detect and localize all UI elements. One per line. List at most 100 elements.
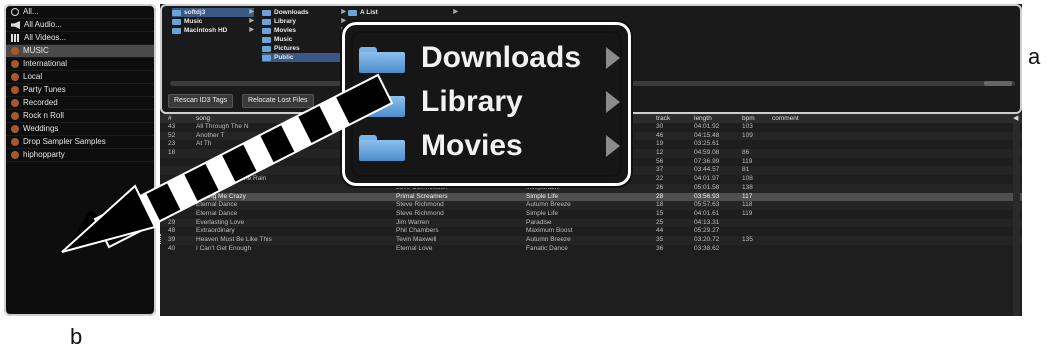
table-row[interactable]: 48 Extraordinary Phil Chambers Maximum Boos…	[160, 227, 1022, 236]
cell-comment	[772, 210, 902, 219]
cell-length: 03:56.93	[694, 192, 720, 200]
crate-icon	[11, 60, 19, 68]
folder-item[interactable]: Music▶	[172, 17, 254, 26]
cell-length: 04:13.31	[694, 218, 720, 226]
sidebar-item[interactable]: Rock n Roll	[6, 110, 154, 123]
folder-icon	[262, 9, 271, 16]
chevron-right-icon	[606, 47, 620, 69]
sidebar-item[interactable]: Local	[6, 71, 154, 84]
cell-track: 35	[656, 235, 664, 243]
folder-item[interactable]: Macintosh HD ▶	[172, 26, 254, 35]
sidebar-item[interactable]: hiphopparty	[6, 149, 154, 162]
cell-track: 44	[656, 227, 664, 235]
folder-item[interactable]: Library ▶	[262, 17, 346, 26]
browser-column-1: softdj3 ▶ Music ▶ Macintosh HD ▶	[172, 8, 254, 35]
cell-num: 29	[168, 218, 176, 226]
sidebar-item-label: All...	[23, 7, 39, 16]
relocate-lost-files-button[interactable]: Relocate Lost Files	[242, 94, 314, 108]
folder-icon	[172, 9, 181, 16]
sidebar-item[interactable]: International	[6, 58, 154, 71]
rescan-id3-button[interactable]: Rescan ID3 Tags	[168, 94, 234, 108]
sidebar-item[interactable]: All Videos...	[6, 32, 154, 45]
cell-artist: Tevin Maxwell	[396, 235, 437, 243]
sidebar-item-label: MUSIC	[23, 46, 49, 55]
table-row[interactable]: 19 Eternal Dance Steve Richmond Simple Life…	[160, 210, 1022, 219]
table-row[interactable]: 40 I Can't Get Enough Eternal Love Fanatic …	[160, 245, 1022, 254]
callout-label-b: b	[70, 324, 83, 349]
folder-label: Pictures	[274, 45, 300, 52]
cell-length: 05:01.58	[694, 183, 720, 191]
cell-track: 46	[656, 131, 664, 139]
zoom-folder-label: Movies	[421, 129, 523, 162]
scroll-arrows-icon[interactable]	[984, 81, 1012, 86]
crate-sidebar: All... All Audio... All Videos... MUSIC Inte…	[4, 4, 156, 316]
cell-bpm: 117	[742, 192, 753, 200]
folder-item[interactable]: Movies▶	[262, 26, 346, 35]
folder-icon	[359, 131, 405, 161]
cell-comment	[772, 193, 902, 202]
folder-item[interactable]: Pictures▶	[262, 44, 346, 53]
sidebar-item[interactable]: Drop Sampler Samples	[6, 136, 154, 149]
header-track[interactable]: track	[656, 114, 694, 123]
cell-track: 22	[656, 175, 664, 183]
chevron-right-icon: ▶	[249, 9, 254, 15]
folder-label: A List	[360, 9, 378, 16]
cell-track: 36	[656, 244, 664, 252]
cell-song: Eternal Dance	[196, 209, 238, 217]
folder-item[interactable]: Public▶	[262, 53, 346, 62]
sidebar-item-label: Party Tunes	[23, 85, 66, 94]
folder-item[interactable]: softdj3 ▶	[172, 8, 254, 17]
cell-num: 18	[168, 149, 176, 157]
sidebar-item[interactable]: Party Tunes	[6, 84, 154, 97]
cell-album: Autumn Breeze	[526, 235, 571, 243]
cell-bpm: 108	[742, 175, 753, 183]
cell-song: Eternal Dance	[196, 201, 238, 209]
cell-length: 03:20.72	[694, 235, 720, 243]
sidebar-item[interactable]: Weddings	[6, 123, 154, 136]
browser-column-3: A List ▶	[348, 8, 458, 17]
gear-icon	[11, 8, 19, 16]
sidebar-item[interactable]: MUSIC	[6, 45, 154, 58]
vertical-scrollbar[interactable]	[1013, 114, 1020, 316]
sidebar-item-label: Recorded	[23, 98, 58, 107]
cell-track: 12	[656, 149, 664, 157]
folder-label: Macintosh HD	[184, 27, 228, 34]
table-row[interactable]: 29 Everlasting Love Jim Warren Paradise 25 04…	[160, 218, 1022, 228]
folder-item[interactable]: A List ▶	[348, 8, 458, 17]
cell-num: 19	[168, 209, 176, 217]
crate-icon	[11, 73, 19, 81]
crate-icon	[11, 86, 19, 94]
cell-comment	[772, 245, 902, 254]
cell-bpm: 119	[742, 157, 753, 165]
table-row[interactable]: 22 Eternal Dance Steve Richmond Autumn Bree…	[160, 201, 1022, 210]
cell-comment	[772, 175, 902, 184]
sidebar-item-label: Local	[23, 72, 43, 81]
collapse-arrow-icon[interactable]: ◀	[1013, 115, 1020, 122]
cell-comment	[772, 219, 902, 228]
header-comment[interactable]: comment	[772, 114, 902, 123]
header-length[interactable]: length	[694, 114, 742, 123]
folder-item[interactable]: Downloads ▶	[262, 8, 346, 17]
sidebar-item-label: All Audio...	[24, 20, 62, 29]
folder-item[interactable]: Music▶	[262, 35, 346, 44]
sidebar-item[interactable]: Recorded	[6, 97, 154, 110]
sidebar-item[interactable]: All Audio...	[6, 19, 154, 32]
sidebar-item-label: hiphopparty	[23, 150, 65, 159]
cell-length: 05:29.27	[694, 227, 720, 235]
table-row[interactable]: 32 Driving Me Crazy Primal Screamers Simple…	[160, 192, 1022, 202]
folder-label: Library	[274, 18, 297, 25]
table-row[interactable]: 39 Heaven Must Be Like This Tevin Maxwell A…	[160, 235, 1022, 245]
sidebar-item[interactable]: All...	[6, 6, 154, 19]
cell-artist: Phil Chambers	[396, 227, 439, 235]
header-num[interactable]: #	[160, 114, 196, 123]
resize-handle[interactable]	[160, 234, 164, 244]
cell-num	[160, 166, 196, 175]
folder-icon	[262, 27, 271, 34]
cell-bpm: 135	[742, 235, 753, 243]
header-bpm[interactable]: bpm	[742, 114, 772, 123]
cell-length: 03:38.62	[694, 244, 720, 252]
folder-icon	[262, 36, 271, 43]
cell-length: 04:01.92	[694, 123, 720, 130]
zoom-folder-label: Library	[421, 85, 523, 118]
cell-artist: Steve Richmond	[396, 209, 444, 217]
